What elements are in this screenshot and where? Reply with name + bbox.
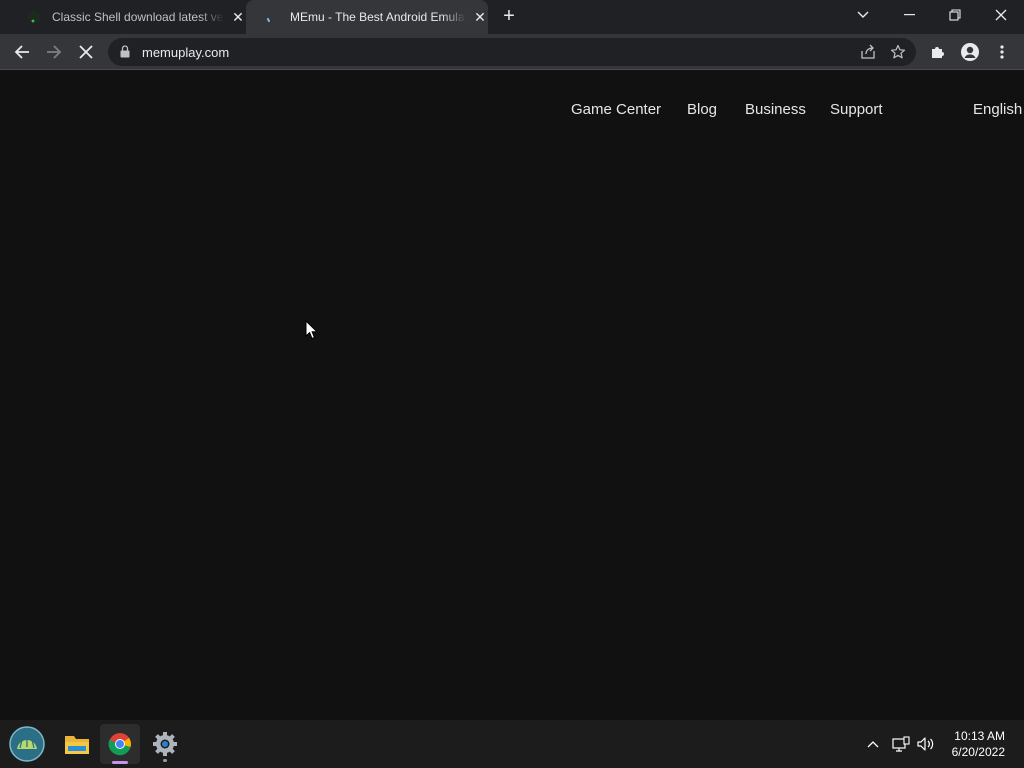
tab-title: Classic Shell download latest version [52,10,224,24]
address-bar[interactable]: memuplay.com [108,38,916,66]
minimize-icon [903,14,915,16]
running-app-indicator [163,759,167,762]
chrome-icon [108,733,131,756]
volume-button[interactable] [916,734,936,754]
show-hidden-icons-button[interactable] [863,734,883,754]
network-button[interactable] [891,734,911,754]
taskbar: 10:13 AM 6/20/2022 [0,720,1024,768]
close-icon [995,9,1007,21]
classic-shell-favicon-icon [26,9,42,25]
back-button[interactable] [8,38,36,66]
clock-date: 6/20/2022 [951,745,1005,759]
share-icon[interactable] [860,44,876,60]
loading-favicon-icon [264,9,280,25]
menu-button[interactable] [988,38,1016,66]
gear-icon [153,732,177,756]
chevron-up-icon [867,741,879,748]
new-tab-button[interactable]: + [498,6,520,28]
arrow-left-icon [14,45,29,59]
settings-taskbar-button[interactable] [145,724,185,764]
minimize-button[interactable] [886,0,932,30]
chrome-taskbar-button[interactable] [100,724,140,764]
language-selector[interactable]: English [973,101,1022,118]
tab-classic-shell[interactable]: Classic Shell download latest version ✕ [8,0,246,34]
tab-search-button[interactable] [840,0,886,30]
nav-support[interactable]: Support [830,101,883,118]
lock-icon [120,45,130,58]
tab-memu[interactable]: MEmu - The Best Android Emulator ✕ [246,0,488,34]
tab-strip: Classic Shell download latest version ✕ … [0,0,1024,34]
nav-blog[interactable]: Blog [687,101,717,118]
stop-loading-button[interactable] [72,38,100,66]
mouse-cursor-icon [305,320,319,340]
kebab-menu-icon [1000,45,1004,59]
classic-shell-start-icon [9,726,45,762]
star-icon[interactable] [890,44,906,60]
url-text: memuplay.com [142,45,230,60]
clock-time: 10:13 AM [954,729,1005,743]
profile-button[interactable] [956,38,984,66]
restore-button[interactable] [932,0,978,30]
extensions-button[interactable] [924,38,952,66]
speaker-icon [917,737,934,751]
nav-game-center[interactable]: Game Center [571,101,661,118]
arrow-right-icon [47,45,62,59]
system-clock[interactable]: 10:13 AM 6/20/2022 [952,728,1005,760]
page-content: Game Center Blog Business Support Englis… [0,71,1024,720]
network-icon [892,736,910,752]
avatar-icon [961,43,979,61]
close-tab-icon[interactable]: ✕ [472,9,488,25]
puzzle-icon [932,47,944,58]
folder-icon [65,736,89,754]
file-explorer-button[interactable] [57,724,97,764]
forward-button[interactable] [40,38,68,66]
restore-icon [949,9,961,21]
close-tab-icon[interactable]: ✕ [230,9,246,25]
active-app-indicator [112,761,128,764]
browser-toolbar: memuplay.com [0,34,1024,70]
chevron-down-icon [857,11,869,18]
tab-title: MEmu - The Best Android Emulator [290,10,466,24]
stop-icon [79,45,93,59]
nav-business[interactable]: Business [745,101,806,118]
close-window-button[interactable] [978,0,1024,30]
start-button[interactable] [7,724,47,764]
